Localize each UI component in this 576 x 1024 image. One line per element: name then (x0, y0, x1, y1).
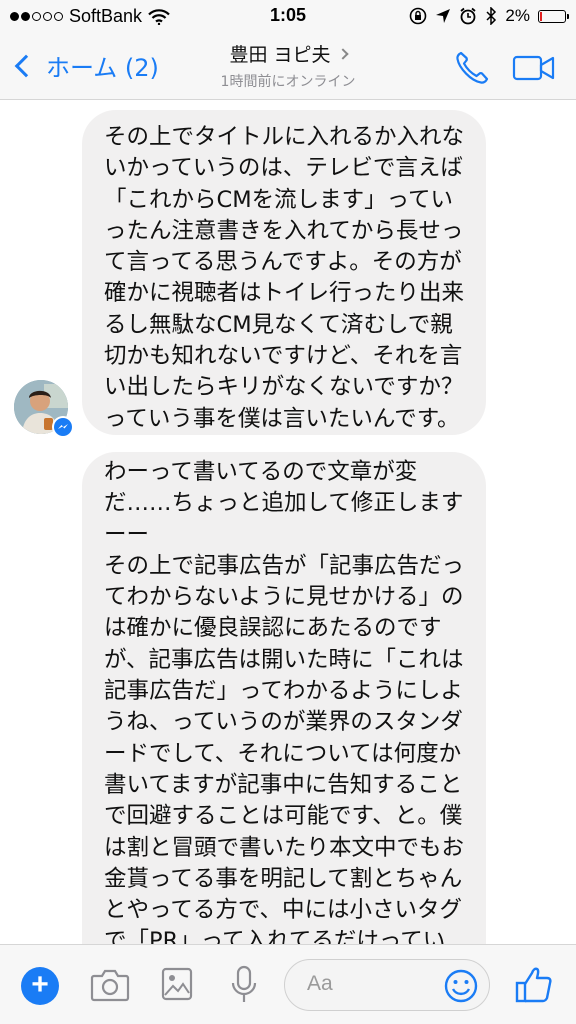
lock-rotation-icon (410, 7, 427, 25)
thumbs-up-icon[interactable] (515, 965, 553, 1005)
emoji-icon[interactable] (441, 966, 481, 1006)
microphone-icon[interactable] (230, 965, 258, 1005)
message-composer: + Aa (0, 944, 576, 1024)
messenger-badge (52, 416, 74, 438)
contact-name: 豊田 ヨピ夫 (229, 44, 331, 66)
camera-icon[interactable] (90, 967, 130, 1003)
battery-icon (538, 9, 569, 23)
status-right: 2% (409, 6, 569, 26)
battery-level-fill (540, 11, 542, 21)
video-camera-icon[interactable] (512, 52, 556, 84)
messenger-icon (58, 424, 68, 429)
conversation-header: ホーム (2) 豊田 ヨピ夫 1時間前にオンライン (0, 36, 576, 100)
location-arrow-icon (436, 9, 451, 23)
message-bubble[interactable]: その上でタイトルに入れるか入れな いかっていうのは、テレビで言えば 「これからC… (82, 110, 486, 435)
plus-button[interactable]: + (21, 967, 59, 1005)
chevron-right-icon (336, 48, 349, 60)
input-placeholder: Aa (307, 972, 333, 995)
bluetooth-icon (486, 7, 497, 25)
plus-icon: + (31, 968, 49, 1001)
photo-icon[interactable] (161, 967, 193, 1001)
status-bar: SoftBank 1:05 2% (0, 0, 576, 36)
message-bubble[interactable]: わーって書いてるので文章が変 だ……ちょっと追加して修正します ーー その上で記… (82, 452, 486, 972)
phone-icon[interactable] (452, 48, 492, 88)
alarm-icon (460, 7, 476, 25)
battery-percent: 2% (505, 6, 530, 25)
message-input[interactable]: Aa (284, 959, 490, 1011)
